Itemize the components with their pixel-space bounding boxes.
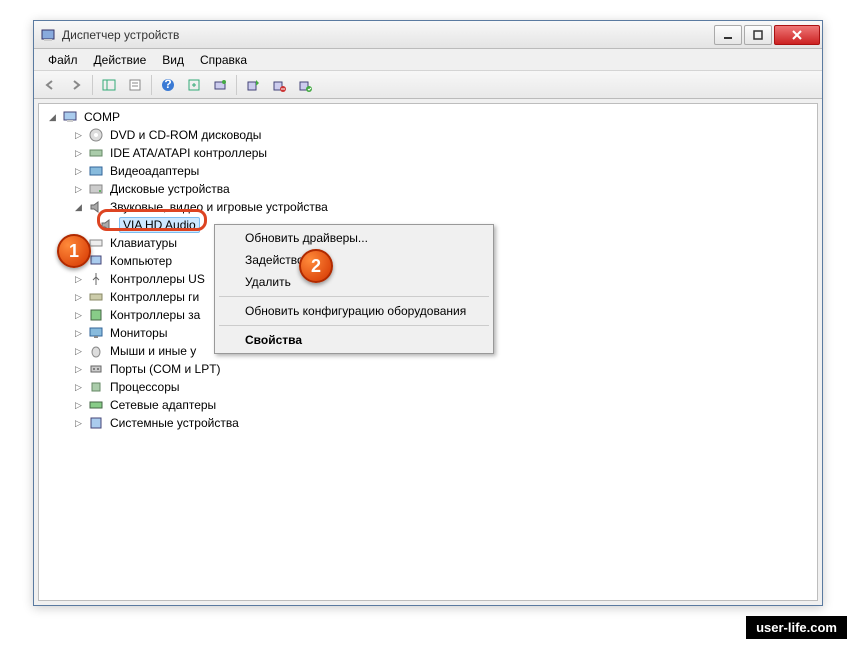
toolbar-separator [236,75,237,95]
expand-icon[interactable]: ▷ [73,184,84,195]
tree-label: Контроллеры ги [108,290,201,304]
tree-item[interactable]: ▷ IDE ATA/ATAPI контроллеры [39,144,817,162]
tree-item-audio-category[interactable]: ◢ Звуковые, видео и игровые устройства [39,198,817,216]
tree-label: Мыши и иные у [108,344,198,358]
tree-label: Процессоры [108,380,182,394]
tree-label: Порты (COM и LPT) [108,362,223,376]
tree-label: Дисковые устройства [108,182,232,196]
enable-button[interactable] [293,74,317,96]
tree-label: Мониторы [108,326,169,340]
tree-container: ◢ COMP ▷ DVD и CD-ROM дисководы ▷ IDE ATA/… [38,103,818,601]
ctx-separator [219,296,489,297]
expand-icon[interactable]: ▷ [73,292,84,303]
toolbar-separator [151,75,152,95]
disc-icon [88,127,104,143]
menubar: Файл Действие Вид Справка [34,49,822,71]
toolbar: ? [34,71,822,99]
menu-action[interactable]: Действие [86,51,155,69]
tree-label: Системные устройства [108,416,241,430]
expand-icon[interactable]: ▷ [73,130,84,141]
monitor-icon [88,325,104,341]
tree-label: Клавиатуры [108,236,179,250]
expand-icon[interactable]: ▷ [73,166,84,177]
menu-file[interactable]: Файл [40,51,86,69]
device-manager-window: Диспетчер устройств Файл Действие Вид Сп… [33,20,823,606]
cpu-icon [88,379,104,395]
window-title: Диспетчер устройств [62,28,712,42]
svg-text:?: ? [164,78,171,91]
tree-label: Сетевые адаптеры [108,398,218,412]
sound-icon [99,217,115,233]
ctx-scan-hardware[interactable]: Обновить конфигурацию оборудования [217,300,491,322]
expand-icon[interactable]: ▷ [73,328,84,339]
tree-label: Контроллеры US [108,272,207,286]
tree-item[interactable]: ▷ Порты (COM и LPT) [39,360,817,378]
expand-icon[interactable]: ▷ [73,310,84,321]
computer-icon [62,109,78,125]
properties-button[interactable] [123,74,147,96]
window-buttons [712,25,820,45]
expand-icon[interactable]: ▷ [73,148,84,159]
expand-icon[interactable]: ▷ [73,364,84,375]
tree-label: COMP [82,110,122,124]
ctx-update-drivers[interactable]: Обновить драйверы... [217,227,491,249]
collapse-icon[interactable]: ◢ [73,202,84,213]
tree-root[interactable]: ◢ COMP [39,108,817,126]
annotation-badge-2: 2 [299,249,333,283]
ctx-enable[interactable]: Задействовать [217,249,491,271]
context-menu: Обновить драйверы... Задействовать Удали… [214,224,494,354]
toolbar-separator [92,75,93,95]
port-icon [88,361,104,377]
controller-icon [88,307,104,323]
help-button[interactable]: ? [156,74,180,96]
close-button[interactable] [774,25,820,45]
expand-icon[interactable]: ▷ [73,274,84,285]
ctx-separator [219,325,489,326]
menu-help[interactable]: Справка [192,51,255,69]
minimize-button[interactable] [714,25,742,45]
tree-item[interactable]: ▷ Системные устройства [39,414,817,432]
expand-icon[interactable]: ▷ [73,400,84,411]
display-adapter-icon [88,163,104,179]
menu-view[interactable]: Вид [154,51,192,69]
expand-icon[interactable]: ▷ [73,418,84,429]
network-icon [88,397,104,413]
controller-icon [88,289,104,305]
watermark: user-life.com [746,616,847,639]
nav-back-button[interactable] [38,74,62,96]
tree-item[interactable]: ▷ Дисковые устройства [39,180,817,198]
app-icon [40,27,56,43]
tree-label: VIA HD Audio [119,217,200,233]
tree-item[interactable]: ▷ Видеоадаптеры [39,162,817,180]
tree-item[interactable]: ▷ DVD и CD-ROM дисководы [39,126,817,144]
tree-label: Компьютер [108,254,174,268]
action-button[interactable] [182,74,206,96]
collapse-icon[interactable]: ◢ [47,112,58,123]
tree-item[interactable]: ▷ Процессоры [39,378,817,396]
expand-icon[interactable]: ▷ [73,382,84,393]
sound-icon [88,199,104,215]
annotation-badge-1: 1 [57,234,91,268]
show-hide-tree-button[interactable] [97,74,121,96]
maximize-button[interactable] [744,25,772,45]
ctx-properties[interactable]: Свойства [217,329,491,351]
tree-label: Видеоадаптеры [108,164,201,178]
expand-icon[interactable]: ▷ [73,346,84,357]
nav-forward-button[interactable] [64,74,88,96]
uninstall-button[interactable] [267,74,291,96]
update-driver-button[interactable] [241,74,265,96]
tree-label: Звуковые, видео и игровые устройства [108,200,330,214]
tree-item[interactable]: ▷ Сетевые адаптеры [39,396,817,414]
tree-label: DVD и CD-ROM дисководы [108,128,263,142]
scan-hardware-button[interactable] [208,74,232,96]
tree-label: Контроллеры за [108,308,202,322]
titlebar[interactable]: Диспетчер устройств [34,21,822,49]
usb-icon [88,271,104,287]
controller-icon [88,145,104,161]
mouse-icon [88,343,104,359]
ctx-delete[interactable]: Удалить [217,271,491,293]
system-icon [88,415,104,431]
tree-label: IDE ATA/ATAPI контроллеры [108,146,269,160]
disk-icon [88,181,104,197]
